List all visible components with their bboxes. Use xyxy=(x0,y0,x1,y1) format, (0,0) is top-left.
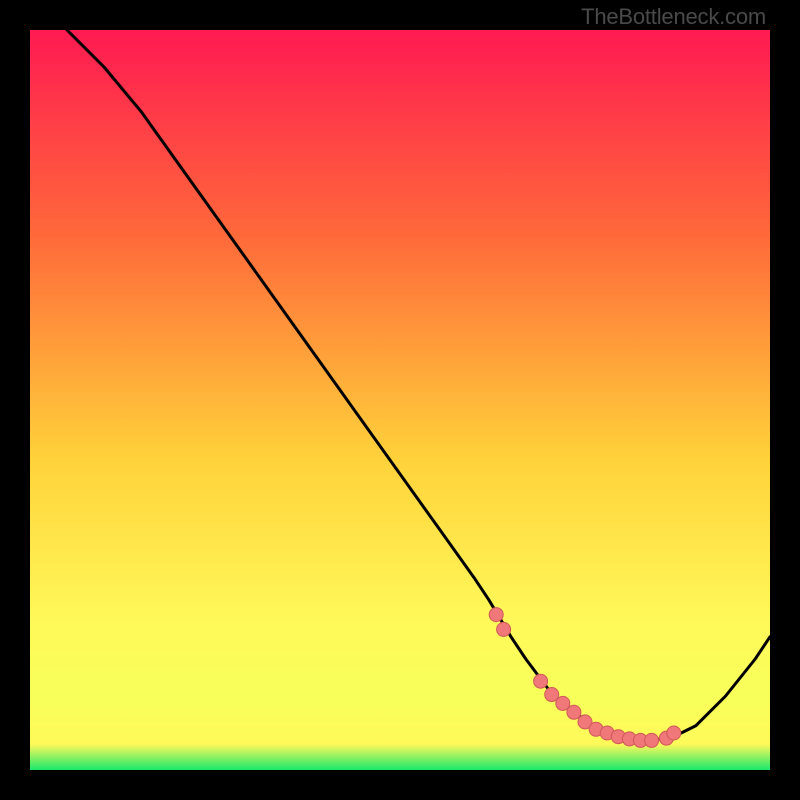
highlight-marker xyxy=(645,733,659,747)
highlight-marker xyxy=(497,622,511,636)
highlight-marker xyxy=(489,608,503,622)
watermark-text: TheBottleneck.com xyxy=(581,4,766,30)
bottleneck-chart xyxy=(30,30,770,770)
chart-frame xyxy=(30,30,770,770)
highlight-marker xyxy=(534,674,548,688)
highlight-marker xyxy=(567,705,581,719)
gradient-background xyxy=(30,30,770,770)
highlight-marker xyxy=(667,726,681,740)
